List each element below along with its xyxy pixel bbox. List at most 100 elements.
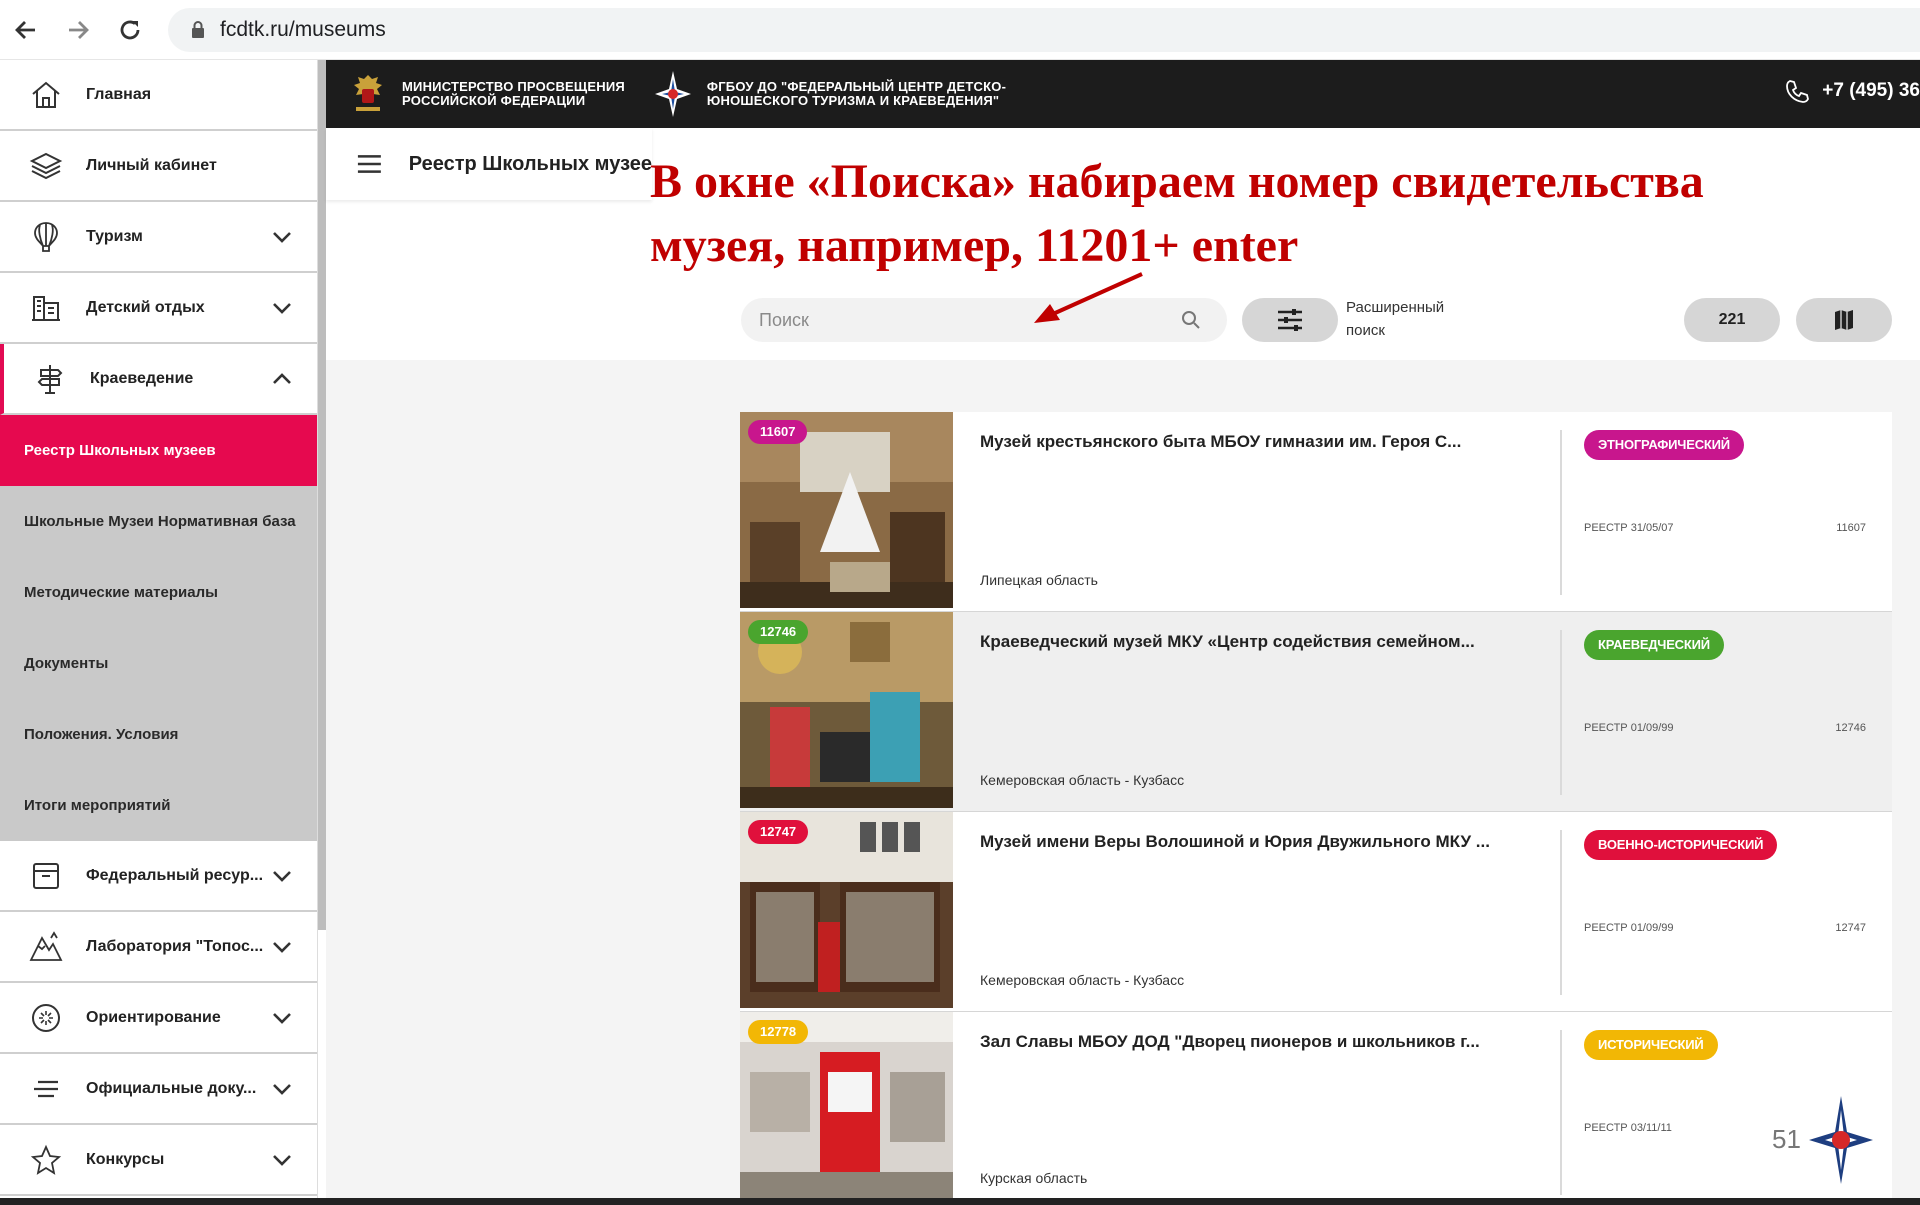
museum-region: Кемеровская область - Кузбасс xyxy=(980,972,1185,988)
sidebar-item-label: Официальные доку... xyxy=(86,1079,257,1097)
results-count-button[interactable]: 221 xyxy=(1684,298,1780,342)
sidebar-subitem-event-results[interactable]: Итоги мероприятий xyxy=(0,770,317,841)
reload-button[interactable] xyxy=(104,4,156,56)
page-toolbar: Реестр Школьных музее xyxy=(326,128,652,200)
museum-registry-number: 11607 xyxy=(1836,522,1866,534)
map-view-button[interactable] xyxy=(1796,298,1892,342)
sidebar-item-contests[interactable]: Конкурсы xyxy=(0,1125,317,1196)
forward-button[interactable] xyxy=(52,4,104,56)
museum-category-badge[interactable]: ЭТНОГРАФИЧЕСКИЙ xyxy=(1584,430,1744,460)
center-name-line2: ЮНОШЕСКОГО ТУРИЗМА И КРАЕВЕДЕНИЯ" xyxy=(706,93,1000,108)
museum-category-badge[interactable]: ВОЕННО-ИСТОРИЧЕСКИЙ xyxy=(1584,830,1778,860)
chevron-down-icon[interactable] xyxy=(269,224,295,250)
museum-region: Курская область xyxy=(980,1170,1088,1186)
sidebar-item-label: Детский отдых xyxy=(86,298,205,316)
building-icon xyxy=(32,295,60,321)
center-logo-block[interactable]: ФГБОУ ДО "ФЕДЕРАЛЬНЫЙ ЦЕНТР ДЕТСКО- ЮНОШ… xyxy=(653,69,1006,119)
museum-photo[interactable]: 11607 xyxy=(740,412,953,608)
chevron-up-icon[interactable] xyxy=(269,366,295,392)
chevron-down-icon[interactable] xyxy=(269,863,295,889)
site-header: МИНИСТЕРСТВО ПРОСВЕЩЕНИЯ РОССИЙСКОЙ ФЕДЕ… xyxy=(326,60,1920,128)
arrow-left-icon xyxy=(15,20,35,39)
sidebar-item-account[interactable]: Личный кабинет xyxy=(0,131,317,202)
reload-icon xyxy=(120,20,140,39)
lock-icon xyxy=(192,20,204,38)
instruction-line1: В окне «Поиска» набираем номер свидетель… xyxy=(650,155,1704,208)
museum-number-badge: 12778 xyxy=(748,1020,809,1044)
museum-photo[interactable]: 12778 xyxy=(740,1012,953,1202)
ministry-name-line1: МИНИСТЕРСТВО ПРОСВЕЩЕНИЯ xyxy=(402,79,625,94)
page-root: fcdtk.ru/museums Главная Личный кабинет … xyxy=(0,0,1920,1205)
phone-link[interactable]: +7 (495) 36 xyxy=(1784,78,1920,104)
lines-icon xyxy=(34,1080,58,1097)
museum-region: Липецкая область xyxy=(980,572,1098,588)
museum-card[interactable]: 12746 Краеведческий музей МКУ «Центр сод… xyxy=(740,612,1892,812)
sidebar-item-local-history[interactable]: Краеведение xyxy=(0,344,317,415)
chevron-down-icon[interactable] xyxy=(269,295,295,321)
sidebar-item-camp[interactable]: Детский отдых xyxy=(0,273,317,344)
museum-title[interactable]: Краеведческий музей МКУ «Центр содействи… xyxy=(980,632,1475,652)
museum-title[interactable]: Музей имени Веры Волошиной и Юрия Двужил… xyxy=(980,832,1490,852)
sidebar-item-tourism[interactable]: Туризм xyxy=(0,202,317,273)
sliders-icon xyxy=(1278,309,1302,331)
layers-icon xyxy=(29,152,63,179)
signpost-icon xyxy=(37,364,63,394)
chevron-down-icon[interactable] xyxy=(269,1076,295,1102)
museum-category-badge[interactable]: ИСТОРИЧЕСКИЙ xyxy=(1584,1030,1718,1060)
museum-registry-date: РЕЕСТР 01/09/99 xyxy=(1584,922,1674,934)
sidebar-item-federal-resource[interactable]: Федеральный ресур... xyxy=(0,841,317,912)
museum-photo[interactable]: 12746 xyxy=(740,612,953,808)
museum-number-badge: 12747 xyxy=(748,820,809,844)
museum-card[interactable]: 11607 Музей крестьянского быта МБОУ гимн… xyxy=(740,412,1892,612)
instruction-annotation: В окне «Поиска» набираем номер свидетель… xyxy=(650,150,1890,278)
search-icon[interactable] xyxy=(1179,308,1203,332)
sidebar-item-topos-lab[interactable]: Лаборатория "Топос... xyxy=(0,912,317,983)
search-input[interactable]: Поиск xyxy=(741,298,1227,342)
sidebar-item-label: Федеральный ресур... xyxy=(86,866,264,884)
museum-number-badge: 12746 xyxy=(748,620,809,644)
compass-rose-logo-icon xyxy=(654,71,691,117)
sidebar-subitem-methodical-materials[interactable]: Методические материалы xyxy=(0,557,317,628)
card-divider xyxy=(1560,830,1562,995)
advanced-search-label-line2: поиск xyxy=(1346,322,1385,339)
museum-card[interactable]: 12747 Музей имени Веры Волошиной и Юрия … xyxy=(740,812,1892,1012)
sidebar-item-home[interactable]: Главная xyxy=(0,60,317,131)
card-divider xyxy=(1560,1030,1562,1195)
sidebar-subitem-school-museums-registry[interactable]: Реестр Школьных музеев xyxy=(0,415,317,486)
ministry-name-line2: РОССИЙСКОЙ ФЕДЕРАЦИИ xyxy=(402,93,586,108)
sidebar-item-label: Туризм xyxy=(86,227,143,245)
museum-region: Кемеровская область - Кузбасс xyxy=(980,772,1185,788)
museum-title[interactable]: Музей крестьянского быта МБОУ гимназии и… xyxy=(980,432,1461,452)
bottom-edge xyxy=(0,1198,1920,1205)
sidebar-item-orienteering[interactable]: Ориентирование xyxy=(0,983,317,1054)
museum-title[interactable]: Зал Славы МБОУ ДОД "Дворец пионеров и шк… xyxy=(980,1032,1480,1052)
chevron-down-icon[interactable] xyxy=(269,934,295,960)
museum-category-badge[interactable]: КРАЕВЕДЧЕСКИЙ xyxy=(1584,630,1724,660)
museum-photo[interactable]: 12747 xyxy=(740,812,953,1008)
address-bar[interactable]: fcdtk.ru/museums xyxy=(168,7,1920,52)
slide-number: 51 xyxy=(1772,1124,1801,1154)
chevron-down-icon[interactable] xyxy=(269,1005,295,1031)
sidebar-item-label: Лаборатория "Топос... xyxy=(86,937,264,955)
sidebar-subitem-documents[interactable]: Документы xyxy=(0,628,317,699)
card-divider xyxy=(1560,430,1562,595)
sidebar-subitem-regulations[interactable]: Положения. Условия xyxy=(0,699,317,770)
advanced-search-button[interactable] xyxy=(1242,298,1338,342)
menu-icon[interactable] xyxy=(356,153,383,175)
sidebar-scrollbar[interactable] xyxy=(318,60,326,930)
advanced-search-label[interactable]: Расширенный поиск xyxy=(1346,296,1444,342)
museum-card[interactable]: 12778 Зал Славы МБОУ ДОД "Дворец пионеро… xyxy=(740,1012,1892,1202)
sidebar-item-official-docs[interactable]: Официальные доку... xyxy=(0,1054,317,1125)
compass-rose-logo-icon xyxy=(1809,1096,1873,1184)
ministry-logo-block[interactable]: МИНИСТЕРСТВО ПРОСВЕЩЕНИЯ РОССИЙСКОЙ ФЕДЕ… xyxy=(348,71,625,117)
browser-toolbar: fcdtk.ru/museums xyxy=(0,0,1920,60)
sidebar-item-label: Главная xyxy=(86,85,152,103)
arrow-right-icon xyxy=(69,20,89,39)
museum-registry-number: 12746 xyxy=(1835,722,1866,734)
chevron-down-icon[interactable] xyxy=(269,1147,295,1173)
sidebar-subitem-normative-base[interactable]: Школьные Музеи Нормативная база xyxy=(0,486,317,557)
museum-registry-date: РЕЕСТР 03/11/11 xyxy=(1584,1122,1672,1134)
phone-number: +7 (495) 36 xyxy=(1822,80,1920,101)
back-button[interactable] xyxy=(0,4,52,56)
sidebar-item-label: Личный кабинет xyxy=(86,156,217,174)
